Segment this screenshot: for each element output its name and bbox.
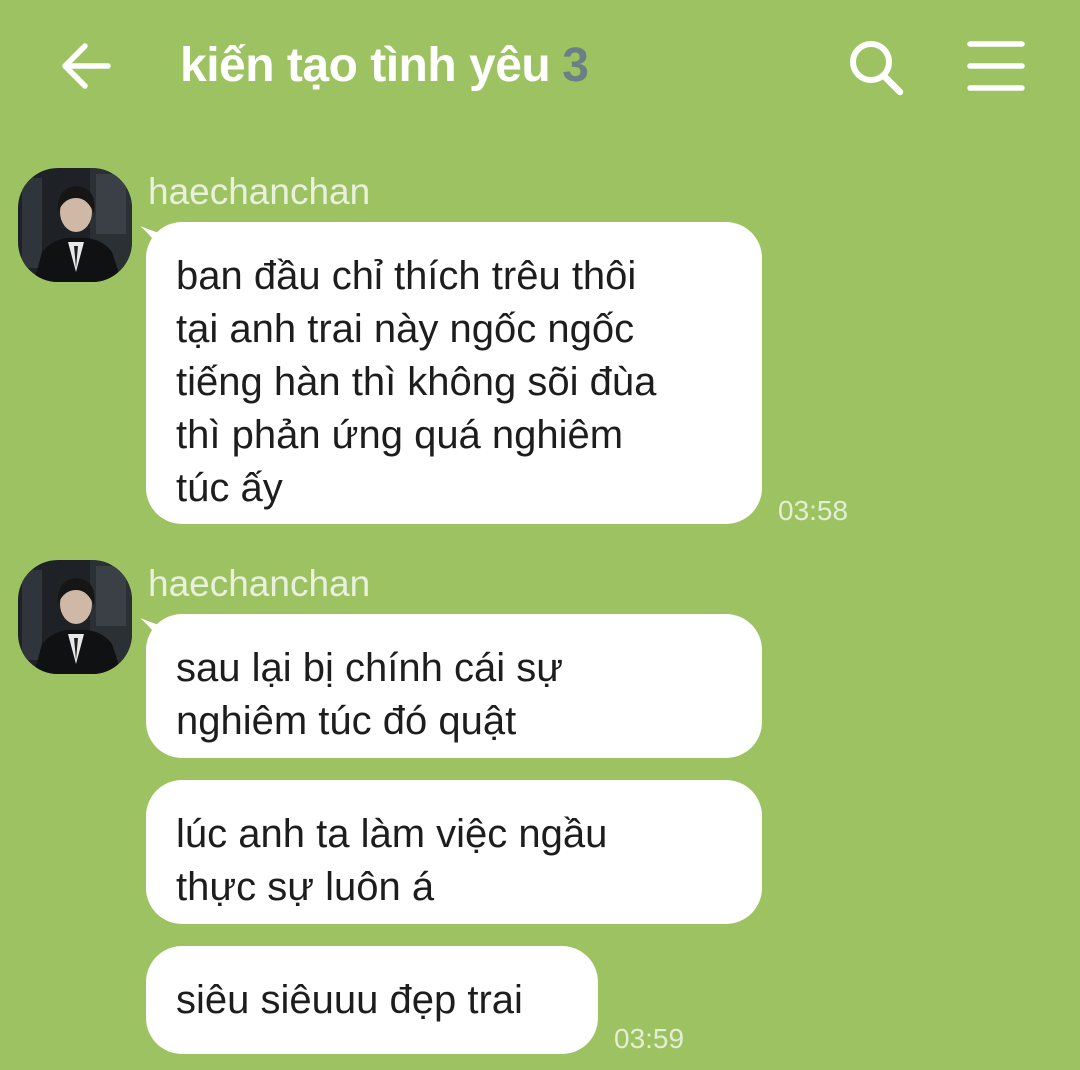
- member-count: 3: [562, 39, 589, 92]
- hamburger-menu-icon: [967, 41, 1025, 91]
- message-bubble[interactable]: sau lại bị chính cái sự nghiêm túc đó qu…: [146, 614, 762, 758]
- chat-header: kiến tạo tình yêu 3: [0, 0, 1080, 135]
- message-text-line: siêu siêuuu đẹp trai: [176, 978, 523, 1022]
- message-text-line: sau lại bị chính cái sự: [176, 646, 563, 690]
- chat-title: kiến tạo tình yêu 3: [180, 36, 589, 96]
- sender-avatar[interactable]: [18, 168, 132, 282]
- back-button[interactable]: [52, 30, 122, 100]
- message-text-line: thực sự luôn á: [176, 865, 435, 909]
- message-text-line: lúc anh ta làm việc ngầu: [176, 812, 608, 856]
- message-text-line: ban đầu chỉ thích trêu thôi: [176, 254, 637, 298]
- arrow-left-icon: [62, 43, 111, 89]
- message-text-line: túc ấy: [176, 466, 283, 510]
- message-text-line: thì phản ứng quá nghiêm: [176, 413, 624, 457]
- sender-name: haechanchan: [148, 171, 371, 212]
- search-icon: [850, 41, 904, 96]
- search-button[interactable]: [838, 30, 914, 106]
- avatar-photo: [18, 168, 132, 282]
- menu-button[interactable]: [958, 30, 1034, 106]
- message-text-line: tại anh trai này ngốc ngốc: [176, 307, 635, 351]
- sender-name: haechanchan: [148, 563, 371, 604]
- chat-name: kiến tạo tình yêu: [180, 39, 551, 92]
- message-text-line: nghiêm túc đó quật: [176, 699, 517, 743]
- avatar-photo: [18, 560, 132, 674]
- message-timestamp: 03:59: [614, 1023, 685, 1054]
- message-bubble[interactable]: siêu siêuuu đẹp trai: [146, 946, 598, 1054]
- message-text-line: tiếng hàn thì không sõi đùa: [176, 360, 657, 404]
- message-timestamp: 03:58: [778, 495, 849, 526]
- message-bubble[interactable]: ban đầu chỉ thích trêu thôi tại anh trai…: [146, 222, 762, 524]
- message-bubble[interactable]: lúc anh ta làm việc ngầu thực sự luôn á: [146, 780, 762, 924]
- sender-avatar[interactable]: [18, 560, 132, 674]
